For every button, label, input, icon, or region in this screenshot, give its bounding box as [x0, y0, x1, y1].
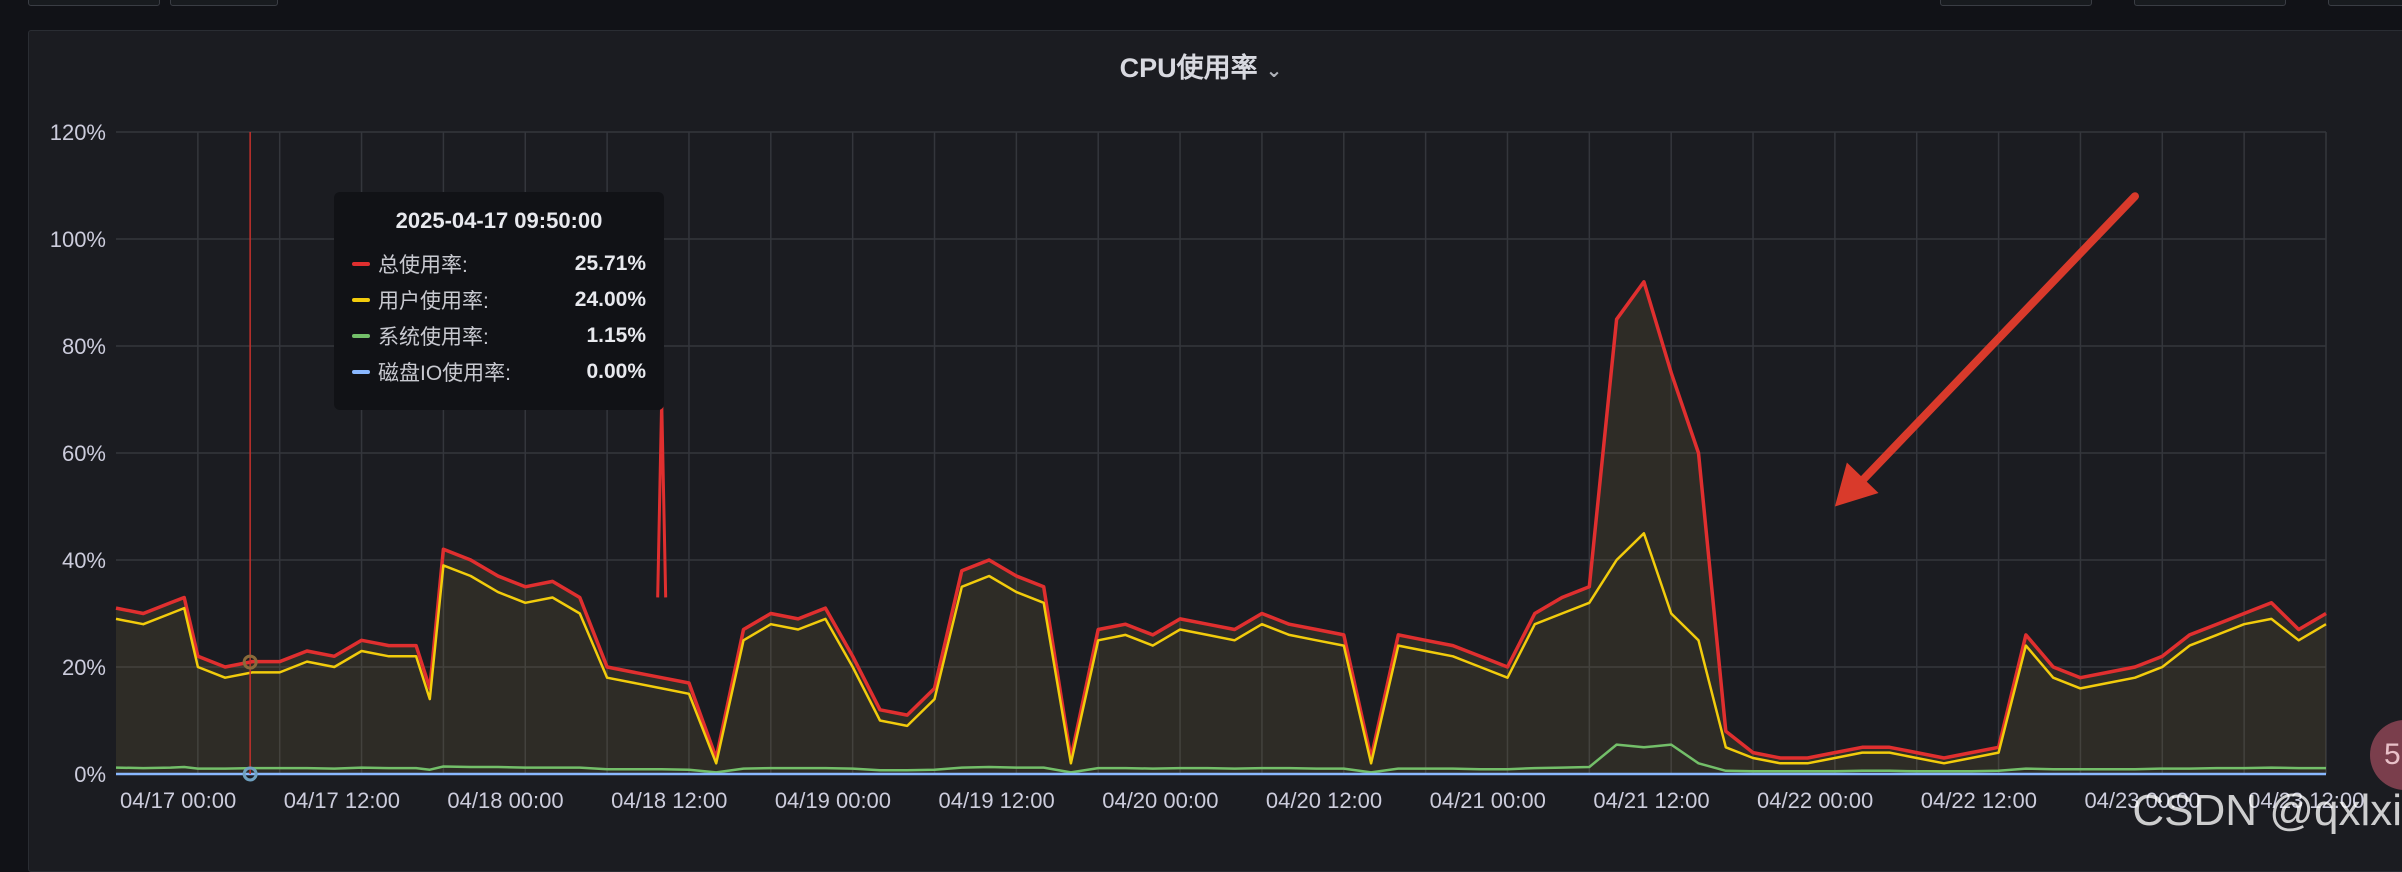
x-tick-label: 04/19 00:00 [775, 788, 891, 813]
tooltip-time: 2025-04-17 09:50:00 [395, 208, 603, 233]
tooltip-label: 用户使用率: [378, 290, 489, 313]
tooltip-label: 系统使用率: [378, 326, 489, 349]
x-tick-label: 04/17 00:00 [120, 788, 236, 813]
x-tick-label: 04/21 12:00 [1593, 788, 1709, 813]
y-tick-label: 120% [50, 120, 106, 145]
x-tick-label: 04/21 00:00 [1430, 788, 1546, 813]
y-tick-label: 20% [62, 655, 106, 680]
tooltip-row: 用户使用率: 24.00% [352, 282, 646, 318]
tooltip-value: 25.71% [574, 252, 646, 275]
tooltip-label: 磁盘IO使用率: [378, 362, 512, 385]
tooltip-value: 1.15% [586, 324, 646, 347]
series-swatch-user [352, 298, 370, 302]
x-tick-label: 04/20 12:00 [1266, 788, 1382, 813]
tooltip-row: 磁盘IO使用率: 0.00% [352, 354, 646, 390]
y-tick-label: 0% [74, 762, 106, 787]
annotation-spike [656, 399, 668, 598]
y-tick-label: 100% [50, 227, 106, 252]
hover-tooltip: 2025-04-17 09:50:00 总使用率: 25.71% 用户使用率: … [334, 192, 664, 410]
x-tick-label: 04/17 12:00 [284, 788, 400, 813]
tooltip-value: 24.00% [574, 288, 646, 311]
tooltip-value: 0.00% [586, 360, 646, 383]
y-tick-label: 80% [62, 334, 106, 359]
tooltip-row: 系统使用率: 1.15% [352, 318, 646, 354]
x-axis: 04/17 00:00 04/17 12:00 04/18 00:00 04/18 1… [120, 788, 2364, 813]
x-tick-label: 04/20 00:00 [1102, 788, 1218, 813]
tooltip-row: 总使用率: 25.71% [352, 246, 646, 282]
x-tick-label: 04/19 12:00 [939, 788, 1055, 813]
series-swatch-diskio [352, 370, 370, 374]
badge-text: 5 [2384, 738, 2401, 771]
y-tick-label: 60% [62, 441, 106, 466]
cpu-usage-chart[interactable]: 0%20%40%60%80%100%120% 04/17 00:00 04/17 … [0, 0, 2402, 858]
x-tick-label: 04/18 00:00 [447, 788, 563, 813]
x-tick-label: 04/18 12:00 [611, 788, 727, 813]
series-swatch-total [352, 262, 370, 266]
x-tick-label: 04/22 00:00 [1757, 788, 1873, 813]
tooltip-label: 总使用率: [378, 254, 468, 277]
y-axis: 0% 20% 40% 60% 80% 100% 120% [50, 120, 106, 787]
x-tick-label: 04/22 12:00 [1921, 788, 2037, 813]
series-swatch-system [352, 334, 370, 338]
annotations [656, 192, 2140, 598]
watermark: CSDN @qxlxi [2132, 786, 2402, 835]
y-tick-label: 40% [62, 548, 106, 573]
